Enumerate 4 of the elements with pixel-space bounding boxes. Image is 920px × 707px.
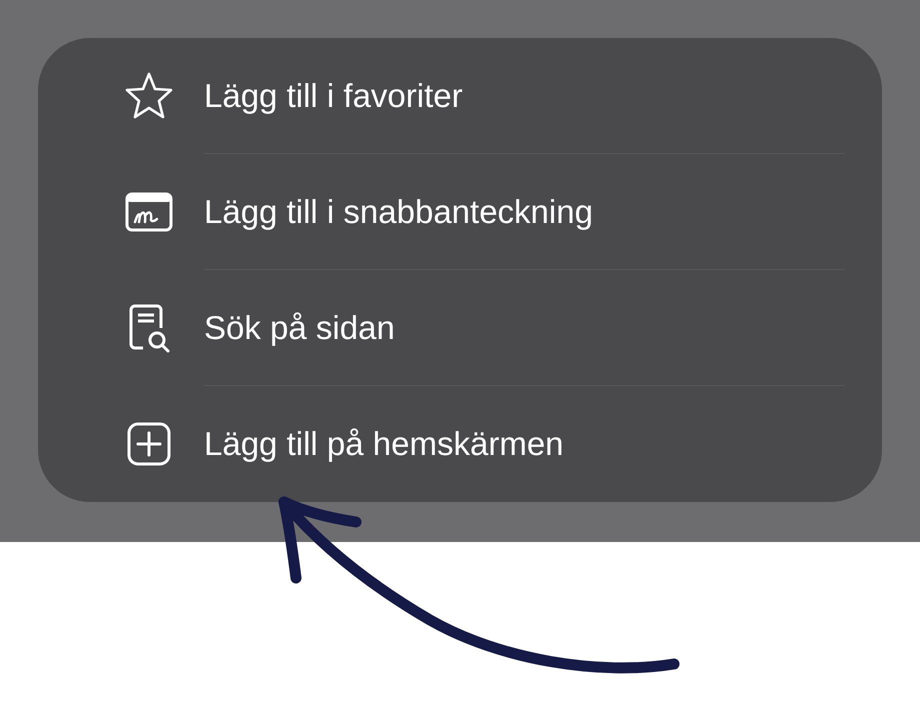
menu-item[interactable]: Sök på sidan [204,308,395,346]
menu-item[interactable]: Lägg till på hemskärmen [204,425,564,463]
menu-item[interactable]: Lägg till i snabbanteckning [204,192,593,230]
menu-item[interactable]: Lägg till i favoriter [204,76,463,114]
